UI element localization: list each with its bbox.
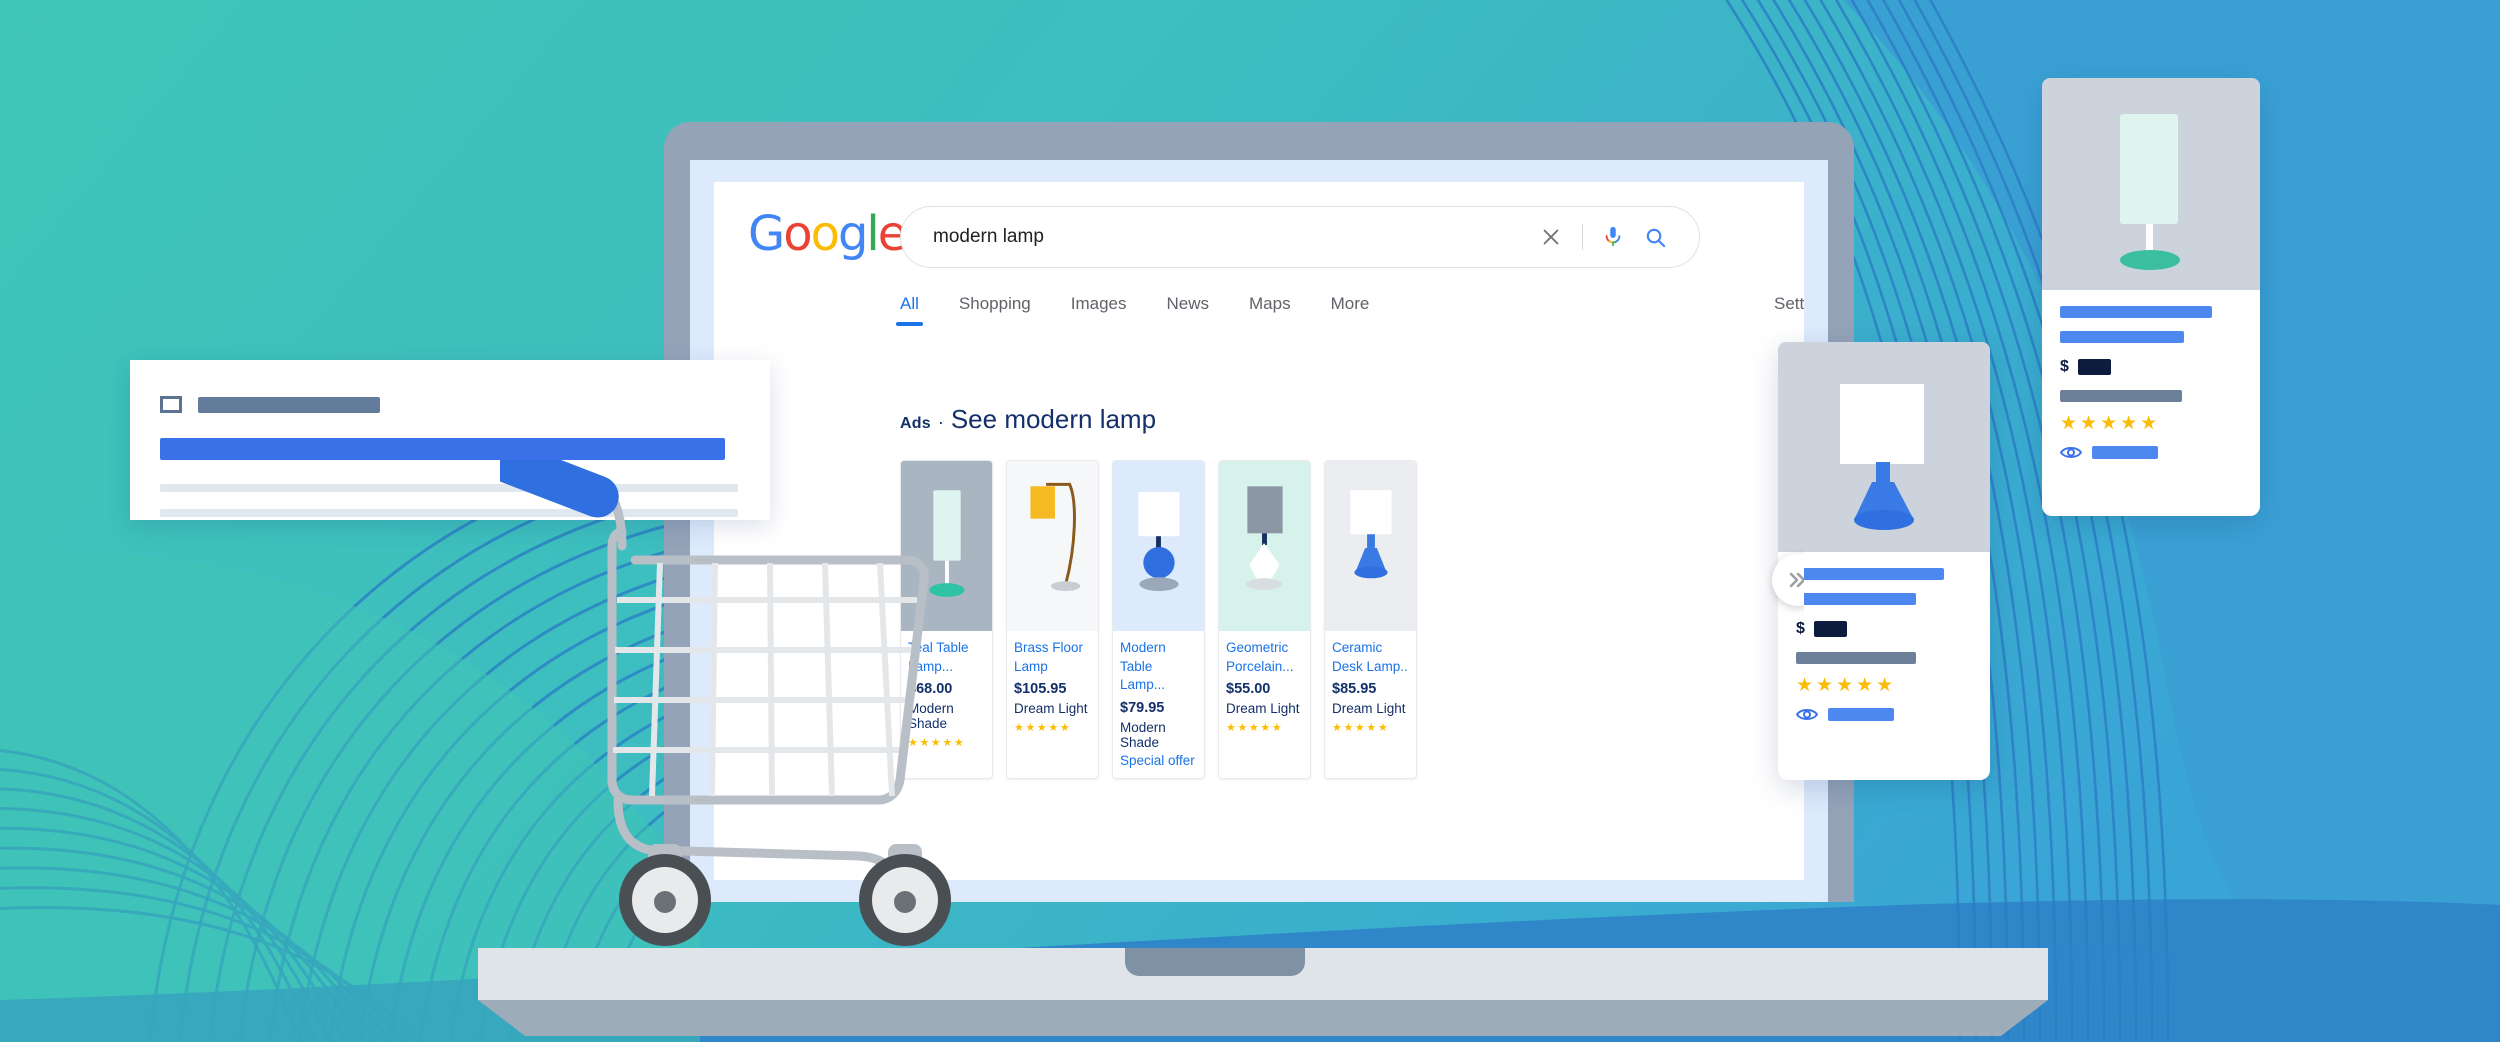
product-card[interactable]: Modern Table Lamp... $79.95 Modern Shade… [1112, 460, 1205, 779]
placeholder-price-bar [2077, 359, 2111, 375]
search-nav-right[interactable]: SettingsTools [1774, 294, 1804, 326]
product-title[interactable]: Geometric Porcelain... [1226, 639, 1303, 676]
placeholder-subtitle-bar [1796, 593, 1916, 605]
ball-table-lamp-icon [1138, 492, 1180, 592]
cone-lamp-icon [1350, 490, 1392, 579]
eye-icon[interactable] [2060, 445, 2082, 460]
floating-card-stars-top: ★★★★★ [2060, 413, 2161, 434]
price-currency-symbol: $ [1796, 620, 1805, 637]
product-rating-stars: ★★★★★ [1014, 722, 1072, 735]
search-icon[interactable] [1633, 217, 1677, 257]
nav-tab-all[interactable]: All [896, 294, 923, 326]
product-title[interactable]: Brass Floor Lamp [1014, 639, 1091, 676]
checkbox-icon [160, 396, 182, 413]
shopping-cart-illustration [500, 460, 951, 946]
product-special-offer[interactable]: Special offer [1120, 753, 1197, 768]
nav-tab-news[interactable]: News [1167, 294, 1210, 326]
search-bar[interactable] [900, 206, 1700, 268]
divider [1582, 224, 1583, 250]
product-price: $55.00 [1226, 681, 1271, 698]
placeholder-title-bar [1796, 568, 1944, 580]
search-input[interactable] [901, 226, 1530, 248]
ads-separator: · [937, 412, 944, 432]
price-currency-symbol: $ [2060, 358, 2069, 375]
ads-title: See modern lamp [950, 404, 1157, 434]
cone-lamp-icon [1840, 384, 1924, 530]
product-image [1007, 461, 1098, 631]
product-price: $85.95 [1332, 681, 1377, 698]
floating-card-stars-mid: ★★★★★ [1796, 675, 1897, 696]
ads-label: Ads [900, 415, 931, 432]
product-title[interactable]: Ceramic Desk Lamp.. [1332, 639, 1409, 676]
product-image [1113, 461, 1204, 631]
placeholder-bar-link [160, 438, 725, 460]
carousel-next-button[interactable] [1772, 554, 1804, 606]
ads-heading: Ads · See modern lamp [900, 404, 1156, 435]
laptop-trackpad-notch [1125, 948, 1305, 976]
product-merchant: Dream Light [1014, 701, 1088, 717]
product-price: $105.95 [1014, 681, 1067, 698]
close-icon[interactable] [1530, 216, 1572, 258]
placeholder-price-bar [1813, 621, 1847, 637]
floating-card-image-top [2042, 78, 2260, 290]
nav-tab-maps[interactable]: Maps [1249, 294, 1291, 326]
floating-product-card-top[interactable]: $ ★★★★★ [2042, 78, 2260, 516]
nav-link-settings[interactable]: Settings [1774, 294, 1804, 326]
product-rating-stars: ★★★★★ [1226, 722, 1284, 735]
product-merchant: Modern Shade [1120, 719, 1166, 750]
floating-card-body-mid: $ ★★★★★ [1778, 552, 1990, 738]
floating-card-image-mid [1778, 342, 1990, 552]
laptop-base-lip [478, 1000, 2048, 1036]
placeholder-cta-bar[interactable] [2092, 446, 2158, 459]
product-card[interactable]: Ceramic Desk Lamp.. $85.95 Dream Light ★… [1324, 460, 1417, 779]
arc-floor-lamp-icon [1030, 482, 1081, 592]
floating-product-card-mid[interactable]: $ ★★★★★ [1778, 342, 1990, 780]
product-price: $79.95 [1120, 699, 1165, 716]
google-logo: Google [748, 206, 907, 262]
placeholder-cta-bar[interactable] [1828, 708, 1894, 721]
nav-tab-images[interactable]: Images [1071, 294, 1127, 326]
product-merchant: Dream Light [1226, 701, 1300, 717]
product-image [1219, 461, 1310, 631]
nav-tab-more[interactable]: More [1331, 294, 1370, 326]
placeholder-subtitle-bar [2060, 331, 2184, 343]
placeholder-merchant-bar [1796, 652, 1916, 664]
microphone-icon[interactable] [1593, 217, 1633, 257]
eye-icon[interactable] [1796, 707, 1818, 722]
nav-tab-shopping[interactable]: Shopping [959, 294, 1031, 326]
cylinder-lamp-icon [2120, 114, 2180, 270]
placeholder-merchant-bar [2060, 390, 2182, 402]
placeholder-bar-title [198, 396, 380, 413]
floating-card-body-top: $ ★★★★★ [2042, 290, 2260, 476]
product-card[interactable]: Geometric Porcelain... $55.00 Dream Ligh… [1218, 460, 1311, 779]
geometric-lamp-icon [1246, 486, 1283, 591]
product-title[interactable]: Modern Table Lamp... [1120, 639, 1197, 695]
product-card[interactable]: Brass Floor Lamp $105.95 Dream Light ★★★… [1006, 460, 1099, 779]
product-image [1325, 461, 1416, 631]
product-rating-stars: ★★★★★ [1332, 722, 1390, 735]
search-nav-tabs[interactable]: All Shopping Images News Maps More [896, 294, 1770, 336]
product-merchant: Dream Light [1332, 701, 1406, 717]
placeholder-title-bar [2060, 306, 2212, 318]
